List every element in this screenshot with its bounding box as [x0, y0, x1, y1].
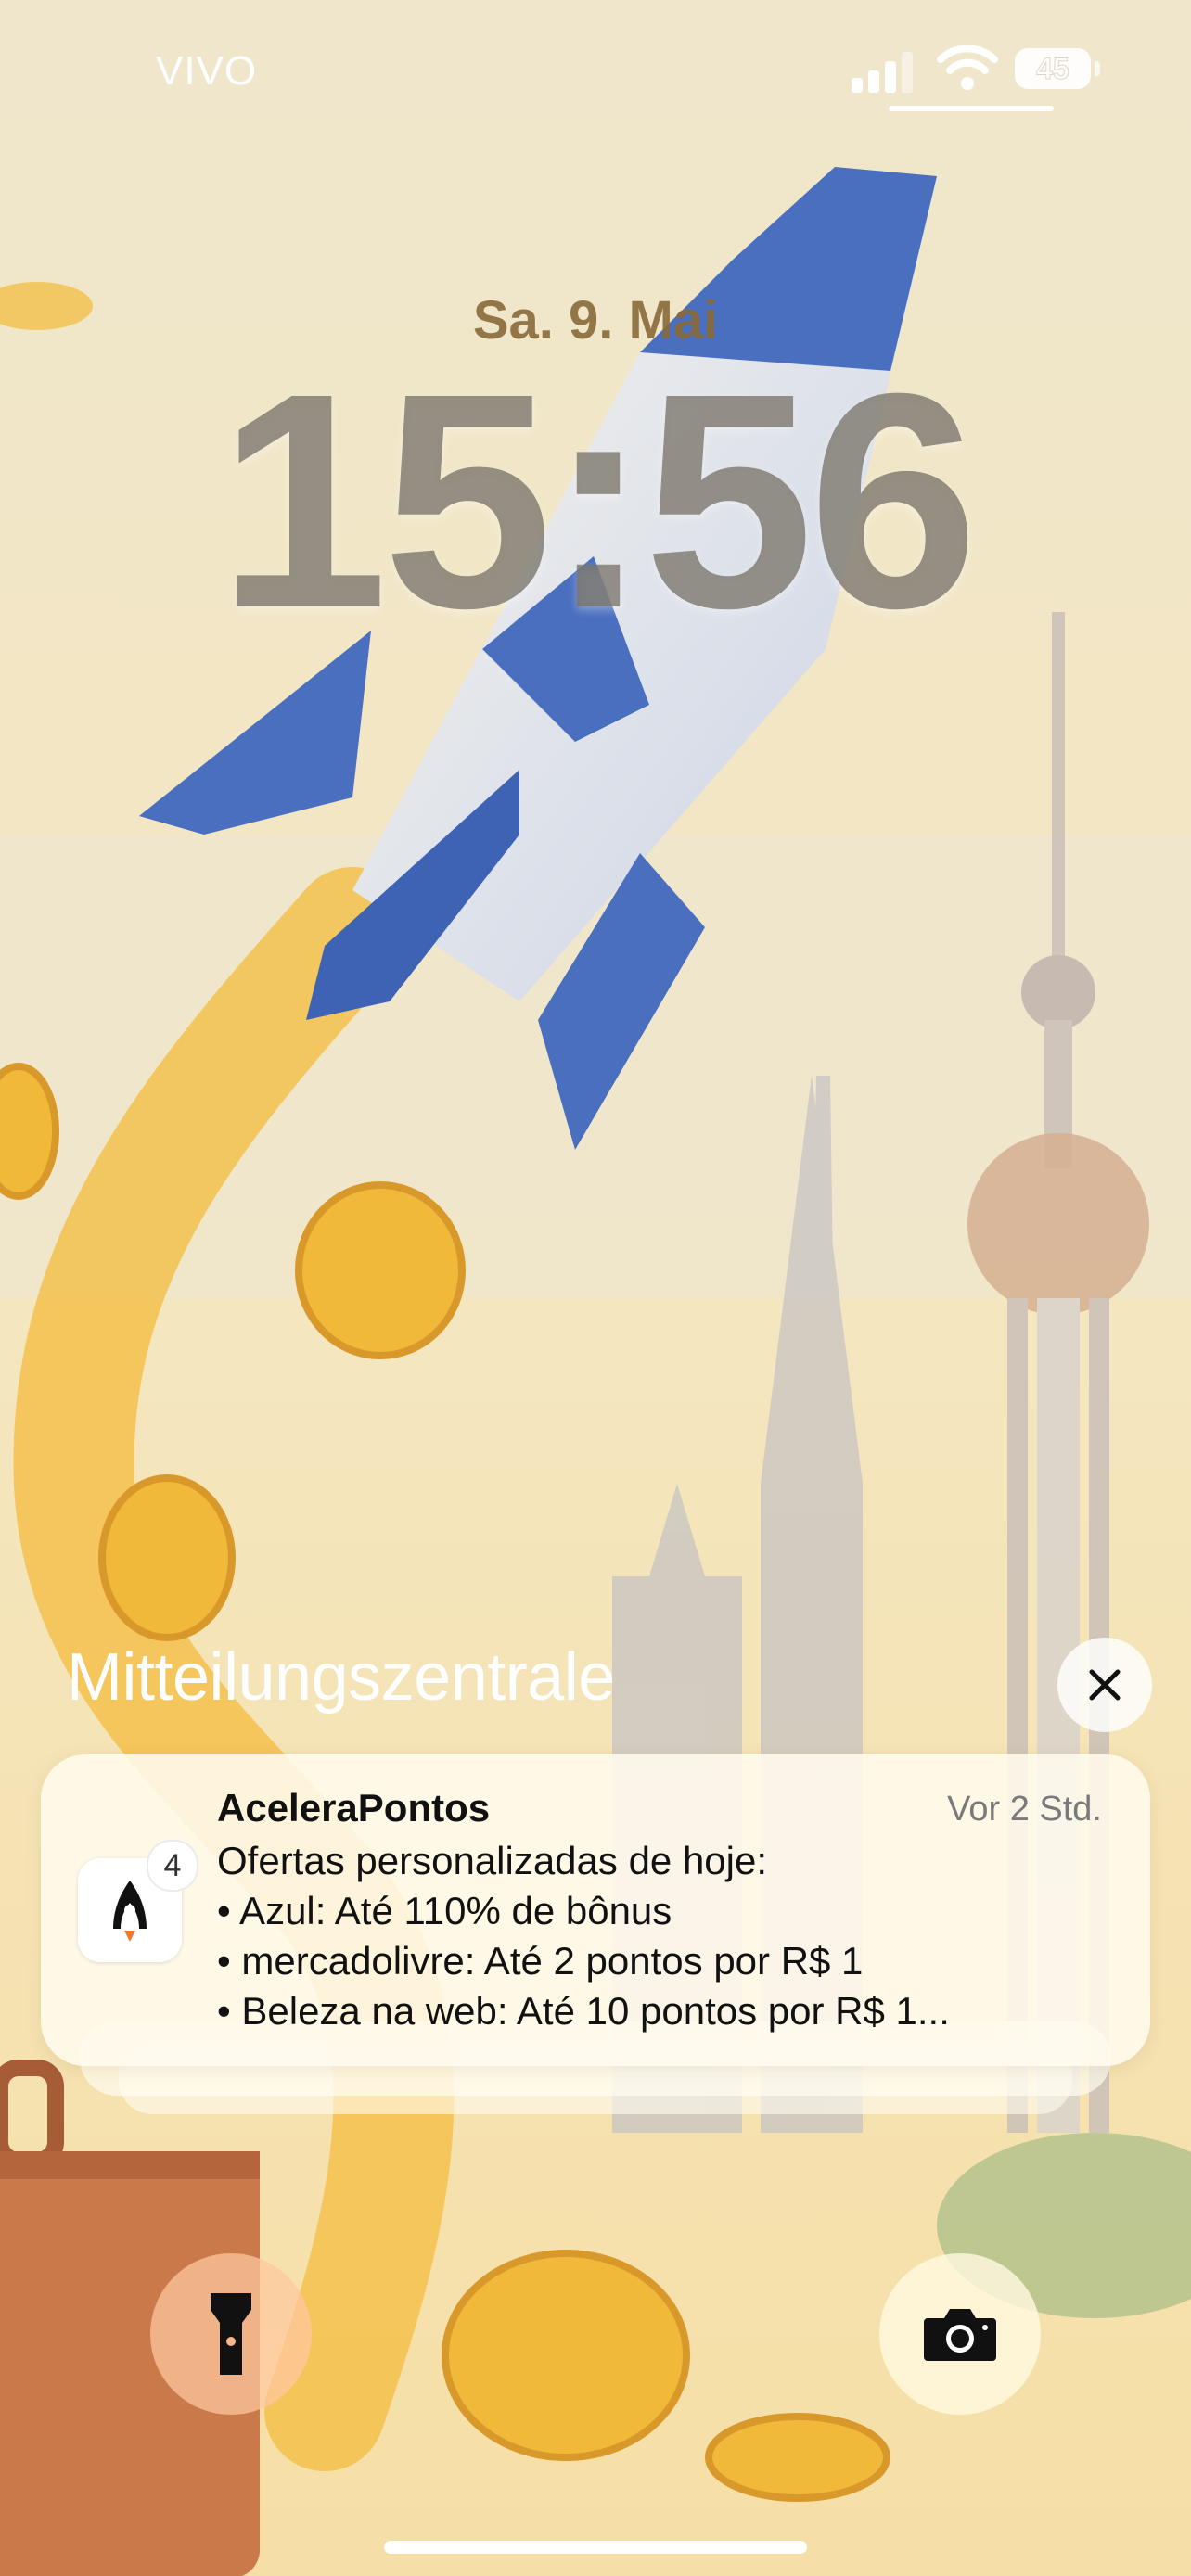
home-indicator[interactable]	[384, 2541, 807, 2554]
status-icons: 45	[852, 43, 1111, 108]
wifi-icon	[937, 45, 998, 90]
camera-button[interactable]	[879, 2253, 1041, 2415]
close-icon	[1089, 1669, 1121, 1701]
rocket-logo-icon	[113, 1881, 147, 1942]
clear-notifications-button[interactable]	[1057, 1638, 1152, 1732]
cellular-signal-icon	[852, 52, 913, 93]
lock-clock[interactable]: 15:56	[0, 343, 1191, 658]
flashlight-button[interactable]	[150, 2253, 312, 2415]
notification-app-name: AceleraPontos	[217, 1786, 491, 1830]
notification-card[interactable]: 4 AceleraPontos Vor 2 Std. Ofertas perso…	[41, 1754, 1150, 2066]
notification-line: • Azul: Até 110% de bônus	[217, 1889, 672, 1932]
notification-line: Ofertas personalizadas de hoje:	[217, 1839, 768, 1882]
notification-body: Ofertas personalizadas de hoje: • Azul: …	[217, 1836, 1108, 2036]
status-bar-indicator	[889, 106, 1054, 111]
notification-line: • mercadolivre: Até 2 pontos por R$ 1	[217, 1939, 864, 1983]
battery-icon: 45	[1015, 48, 1091, 89]
camera-icon	[924, 2309, 996, 2361]
flashlight-icon	[211, 2293, 251, 2375]
battery-level: 45	[1036, 52, 1070, 86]
notification-count-badge: 4	[147, 1840, 198, 1892]
notification-timestamp: Vor 2 Std.	[947, 1790, 1102, 1829]
carrier-name: VIVO	[156, 48, 258, 94]
battery-nub	[1095, 61, 1100, 76]
notification-center-title: Mitteilungszentrale	[67, 1640, 615, 1715]
notification-line: • Beleza na web: Até 10 pontos por R$ 1.…	[217, 1989, 950, 2033]
